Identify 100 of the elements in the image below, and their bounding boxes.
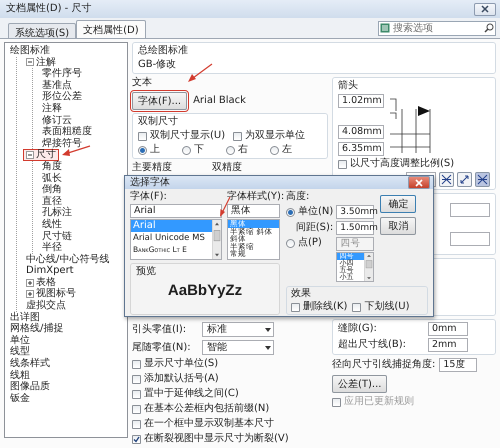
close-button[interactable] — [408, 176, 430, 189]
dialog-button[interactable]: 确定 — [380, 195, 416, 213]
checkbox[interactable]: 双制尺寸显示(U) — [138, 130, 226, 142]
annotation-arrow — [188, 64, 212, 82]
tree-item[interactable]: DimXpert — [23, 265, 77, 277]
expand-icon[interactable] — [26, 278, 34, 287]
checkbox[interactable]: 在一个框中显示双制基本尺寸 — [132, 418, 328, 430]
input-field[interactable] — [450, 232, 490, 246]
field-label: 高度: — [286, 191, 310, 203]
radio-button[interactable]: 上 — [138, 144, 160, 156]
checkbox[interactable]: 在基本公差框内包括前缀(N) — [132, 403, 328, 415]
tree-item[interactable]: 出详图 — [7, 312, 43, 324]
collapse-icon[interactable] — [26, 58, 34, 66]
checkbox[interactable]: 添加默认括号(A) — [132, 373, 328, 385]
tab[interactable]: 文档属性(D) — [76, 20, 146, 38]
tree-item[interactable]: 绘图标准 — [7, 45, 53, 57]
tree-item[interactable]: 单位 — [7, 334, 33, 346]
checkbox[interactable]: 显示尺寸单位(S) — [132, 358, 328, 370]
search-icon — [484, 22, 494, 32]
tree-item[interactable]: 线条样式 — [7, 358, 53, 370]
radio-button[interactable]: 右 — [226, 144, 248, 156]
scrollbar[interactable] — [212, 220, 221, 259]
arrow-style-button[interactable] — [439, 172, 454, 187]
field-label: 径向尺寸引线捕捉角度: — [332, 359, 436, 371]
input-field[interactable]: 15度 — [439, 358, 478, 372]
tree-item[interactable]: 孔标注 — [39, 207, 75, 219]
tree-item[interactable]: 焊接符号 — [39, 138, 85, 150]
tree-item[interactable]: 钣金 — [7, 392, 33, 404]
tree-item[interactable]: 形位公差 — [39, 91, 85, 103]
close-icon — [481, 5, 489, 13]
group-label: 箭头 — [338, 80, 359, 92]
tree-item[interactable]: 倒角 — [39, 184, 65, 196]
tree-item[interactable]: 表面粗糙度 — [39, 126, 95, 138]
tree-item[interactable]: 尺寸 — [23, 149, 59, 161]
tree-item[interactable]: 线性 — [39, 218, 65, 230]
tree-item[interactable]: 尺寸链 — [39, 230, 75, 242]
tree-item[interactable]: 角度 — [39, 160, 65, 173]
radio-button[interactable]: 左 — [270, 144, 292, 156]
caret-icon — [265, 346, 271, 350]
preview-text: AaBbYyZz — [168, 282, 242, 299]
tree-item[interactable]: 直径 — [39, 196, 65, 208]
arrow-style-button[interactable] — [475, 172, 490, 187]
input-field[interactable]: 2mm — [428, 338, 468, 352]
group-label: 主要精度 — [132, 162, 172, 174]
tree-item[interactable]: 表格 — [23, 276, 59, 288]
list-item[interactable]: Arial Unicode MS — [131, 232, 212, 244]
tree-item[interactable]: 半径 — [39, 242, 65, 254]
tree-item[interactable]: 零件序号 — [39, 68, 85, 80]
scrollbar[interactable] — [364, 253, 374, 281]
field-label: 超出尺寸线(B): — [338, 339, 408, 351]
tree-item[interactable]: 注解 — [23, 56, 59, 68]
input-field[interactable]: 4.08mm — [338, 125, 384, 139]
close-icon — [415, 178, 423, 186]
tree-item[interactable]: 弧长 — [39, 172, 65, 184]
radio-button[interactable]: 下 — [182, 144, 204, 156]
arrow-style-button[interactable] — [457, 172, 472, 187]
input-field[interactable]: 黑体 — [227, 204, 280, 218]
input-field[interactable]: Arial — [130, 204, 222, 218]
radio-button[interactable]: 单位(N) — [286, 206, 334, 218]
tree-item[interactable]: 图像品质 — [7, 381, 53, 393]
checkbox[interactable]: 删除线(K) — [291, 301, 348, 313]
field-label: 字体(F): — [130, 191, 168, 203]
field-label: 缝隙(G): — [338, 323, 378, 335]
input-field[interactable] — [450, 202, 490, 216]
field-label: 字体样式(Y): — [227, 191, 284, 203]
tab[interactable]: 系统选项(S) — [8, 23, 76, 38]
close-button[interactable] — [474, 2, 496, 16]
dialog-title: 选择字体 — [130, 176, 170, 188]
input-field[interactable]: 6.35mm — [338, 142, 384, 156]
collapse-icon[interactable] — [26, 151, 34, 160]
tree-item[interactable]: 注释 — [39, 102, 65, 115]
checkbox[interactable]: 在断裂视图中显示尺寸为断裂(V) — [132, 433, 328, 445]
tree-item[interactable]: 网格线/捕捉 — [7, 323, 66, 335]
tolerance-button[interactable]: 公差(T)... — [332, 375, 388, 393]
group-label: 双制尺寸 — [138, 116, 179, 128]
input-field[interactable]: 0mm — [428, 322, 468, 336]
radio-button[interactable]: 点(P) — [286, 237, 322, 249]
annotation-arrow — [62, 146, 90, 156]
checkbox[interactable]: 为双显示单位 — [233, 130, 306, 142]
checkbox[interactable]: 下划线(U) — [352, 301, 410, 313]
tree-item[interactable]: 中心线/中心符号线 — [23, 254, 112, 266]
tree-item[interactable]: 修订云 — [39, 114, 75, 126]
section-label: 文本 — [132, 77, 153, 89]
expand-icon[interactable] — [26, 290, 34, 298]
tree-item[interactable]: 线型 — [7, 346, 33, 358]
checkbox[interactable]: 置中于延伸线之间(C) — [132, 388, 328, 400]
tree-item[interactable]: 视图标号 — [23, 288, 79, 300]
standard-value: GB-修改 — [138, 59, 178, 71]
tree-item[interactable]: 虚拟交点 — [23, 300, 69, 312]
font-button[interactable]: 字体(F)... — [132, 92, 188, 110]
checkbox[interactable]: 以尺寸高度调整比例(S) — [338, 158, 490, 170]
input-field[interactable]: 1.02mm — [338, 94, 384, 108]
tree-item[interactable]: 基准点 — [39, 80, 75, 92]
search-field[interactable]: 搜索选项 — [378, 20, 496, 36]
tree-item[interactable]: 线粗 — [7, 370, 33, 382]
caret-icon — [265, 328, 271, 332]
window-title: 文档属性(D) - 尺寸 — [6, 3, 92, 15]
dialog-button[interactable]: 取消 — [380, 217, 416, 235]
dropdown[interactable]: 标准 — [202, 322, 274, 337]
dropdown[interactable]: 智能 — [202, 340, 274, 355]
